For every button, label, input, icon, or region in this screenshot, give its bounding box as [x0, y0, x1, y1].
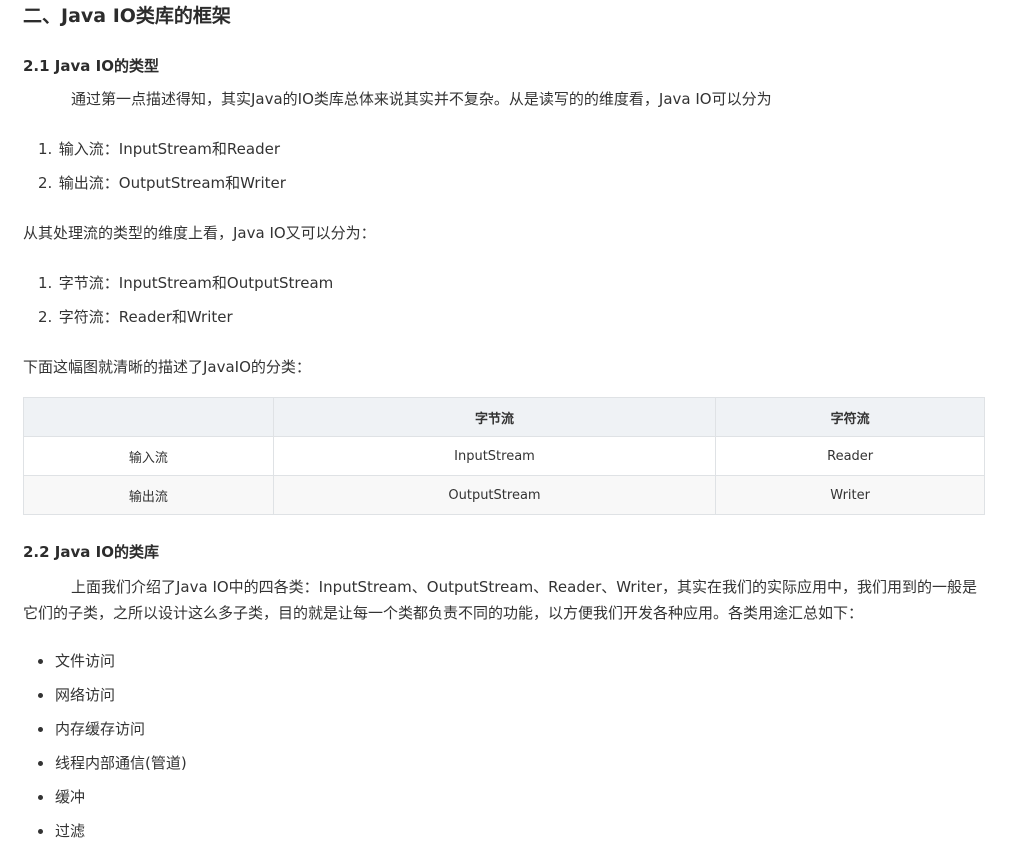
bullet-dot: [38, 761, 43, 766]
table-intro: 下面这幅图就清晰的描述了JavaIO的分类：: [23, 358, 311, 376]
bullet-dot: [38, 795, 43, 800]
list-item: 1. 输入流：InputStream和Reader: [38, 138, 280, 160]
table-row: 输出流 OutputStream Writer: [23, 475, 985, 515]
table-header-row: 字节流 字符流: [23, 397, 985, 437]
table-header-cell: 字节流: [272, 397, 717, 437]
table-cell: InputStream: [272, 436, 717, 476]
table-cell: 输入流: [23, 436, 274, 476]
use-item-pipe: 线程内部通信(管道): [55, 754, 187, 772]
table-header-cell: 字符流: [715, 397, 985, 437]
table-row: 输入流 InputStream Reader: [23, 436, 985, 476]
section-title: 二、Java IO类库的框架: [23, 5, 231, 27]
bullet-dot: [38, 829, 43, 834]
use-item-filter: 过滤: [55, 822, 86, 840]
list-item: 2. 字符流：Reader和Writer: [38, 306, 233, 328]
list-text: 输入流：InputStream和Reader: [58, 140, 280, 158]
heading-2-2: 2.2 Java IO的类库: [23, 543, 159, 561]
library-paragraph: 上面我们介绍了Java IO中的四各类：InputStream、OutputSt…: [23, 578, 978, 622]
use-item-file: 文件访问: [55, 652, 116, 670]
list-item: 1. 字节流：InputStream和OutputStream: [38, 272, 333, 294]
table-cell: Writer: [715, 475, 985, 515]
table-cell: Reader: [715, 436, 985, 476]
list-number: 2.: [38, 174, 53, 192]
list-item: 2. 输出流：OutputStream和Writer: [38, 172, 286, 194]
bullet-dot: [38, 727, 43, 732]
list-text: 输出流：OutputStream和Writer: [58, 174, 286, 192]
heading-2-1: 2.1 Java IO的类型: [23, 57, 159, 75]
io-classification-table: 字节流 字符流 输入流 InputStream Reader 输出流 Outpu…: [23, 397, 985, 515]
bullet-dot: [38, 659, 43, 664]
list-text: 字节流：InputStream和OutputStream: [58, 274, 334, 292]
list-number: 1.: [38, 140, 53, 158]
use-item-network: 网络访问: [55, 686, 116, 704]
use-item-memory: 内存缓存访问: [55, 720, 146, 738]
list-number: 1.: [38, 274, 53, 292]
table-cell: OutputStream: [272, 475, 717, 515]
use-item-buffer: 缓冲: [55, 788, 86, 806]
bullet-dot: [38, 693, 43, 698]
table-cell: 输出流: [23, 475, 274, 515]
list-text: 字符流：Reader和Writer: [58, 308, 233, 326]
table-header-cell: [23, 397, 274, 437]
article: 二、Java IO类库的框架 2.1 Java IO的类型 通过第一点描述得知，…: [0, 0, 1009, 841]
intro-paragraph: 通过第一点描述得知，其实Java的IO类库总体来说其实并不复杂。从是读写的的维度…: [71, 90, 772, 108]
list-number: 2.: [38, 308, 53, 326]
type-intro: 从其处理流的类型的维度上看，Java IO又可以分为：: [23, 224, 376, 242]
